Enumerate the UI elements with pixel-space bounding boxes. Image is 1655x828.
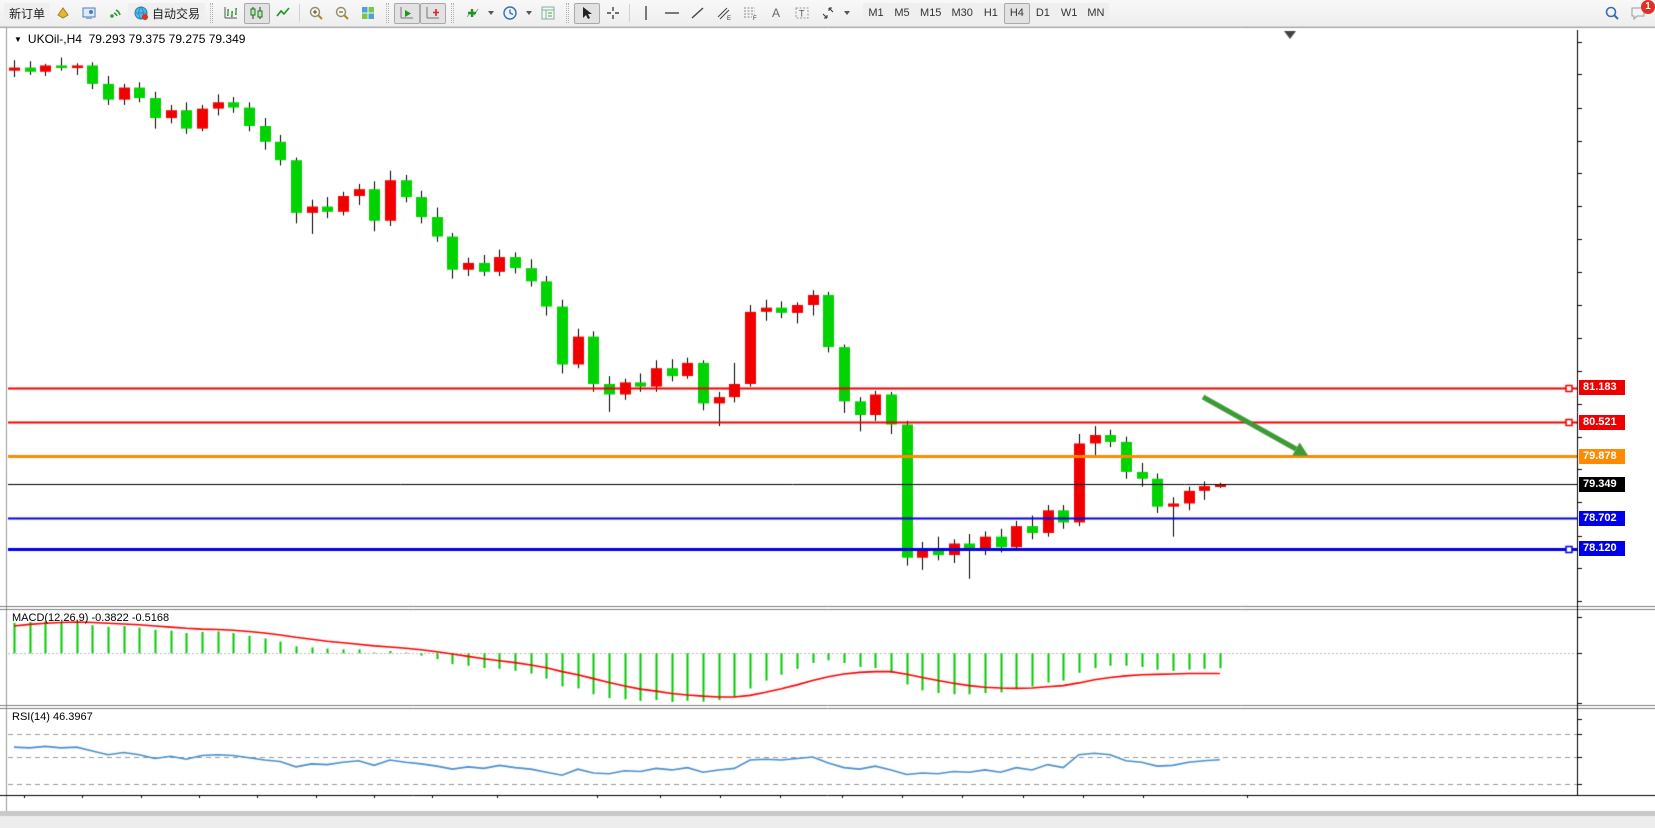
arrows-icon[interactable] — [815, 3, 841, 24]
tile-windows-icon[interactable] — [355, 3, 381, 24]
label-icon[interactable]: T — [789, 3, 815, 24]
line-chart-icon[interactable] — [270, 3, 296, 24]
timeframe-M15[interactable]: M15 — [915, 3, 946, 24]
globe-icon — [133, 5, 149, 21]
zoom-out-icon[interactable] — [329, 3, 355, 24]
price-tag-79.349: 79.349 — [1579, 477, 1625, 492]
chat-badge: 1 — [1641, 0, 1655, 14]
macd-indicator-label: MACD(12,26,9) -0.3822 -0.5168 — [12, 612, 169, 624]
channel-icon[interactable]: E — [711, 3, 737, 24]
vline-icon[interactable] — [633, 3, 659, 24]
price-tag-80.521: 80.521 — [1579, 415, 1625, 430]
search-icon[interactable] — [1599, 3, 1625, 24]
add-indicator-icon[interactable] — [459, 3, 485, 24]
timeframe-H4[interactable]: H4 — [1004, 3, 1030, 24]
main-toolbar: 新订单 自动交易 — [0, 0, 1655, 27]
timeframe-M5[interactable]: M5 — [889, 3, 915, 24]
template-icon[interactable] — [535, 3, 561, 24]
indicator-dropdown-caret[interactable] — [485, 3, 497, 24]
auto-trading-button[interactable]: 自动交易 — [128, 3, 205, 24]
price-tag-79.878: 79.878 — [1579, 449, 1625, 464]
terminal-icon[interactable] — [76, 3, 102, 24]
svg-text:E: E — [727, 16, 731, 21]
timeframe-H1[interactable]: H1 — [978, 3, 1004, 24]
svg-text:T: T — [799, 9, 805, 19]
chart-shift-icon[interactable] — [420, 3, 446, 24]
timeframe-W1[interactable]: W1 — [1056, 3, 1083, 24]
one-click-trading-arrow[interactable]: ▼ — [14, 35, 22, 44]
trendline-icon[interactable] — [685, 3, 711, 24]
ohlc-label: 79.293 79.375 79.275 79.349 — [89, 32, 246, 46]
timeframe-D1[interactable]: D1 — [1030, 3, 1056, 24]
rsi-indicator-label: RSI(14) 46.3967 — [12, 711, 93, 723]
price-tag-78.702: 78.702 — [1579, 511, 1625, 526]
zoom-in-icon[interactable] — [303, 3, 329, 24]
svg-text:F: F — [753, 16, 757, 21]
timeframe-M30[interactable]: M30 — [946, 3, 977, 24]
symbol-period-label: UKOil-,H4 — [28, 32, 82, 46]
bar-chart-icon[interactable] — [218, 3, 244, 24]
timeframe-toolbar: M1M5M15M30H1H4D1W1MN — [863, 3, 1109, 24]
clock-icon[interactable] — [497, 3, 523, 24]
hline-icon[interactable] — [659, 3, 685, 24]
candlestick-icon[interactable] — [244, 3, 270, 24]
timeframe-MN[interactable]: MN — [1082, 3, 1109, 24]
chart-canvas[interactable] — [0, 0, 1655, 828]
price-tag-78.120: 78.120 — [1579, 541, 1625, 556]
text-icon[interactable]: A — [763, 3, 789, 24]
timeframe-M1[interactable]: M1 — [863, 3, 889, 24]
chart-pane-title: ▼ UKOil-,H4 79.293 79.375 79.275 79.349 — [14, 32, 245, 46]
cursor-icon[interactable] — [574, 3, 600, 24]
period-dropdown-caret[interactable] — [523, 3, 535, 24]
svg-text:A: A — [772, 6, 780, 20]
mql-gold-icon[interactable] — [50, 3, 76, 24]
chat-icon[interactable]: 1 — [1625, 3, 1651, 24]
auto-scroll-icon[interactable] — [394, 3, 420, 24]
signals-icon[interactable] — [102, 3, 128, 24]
price-tag-81.183: 81.183 — [1579, 380, 1625, 395]
fibonacci-icon[interactable]: F — [737, 3, 763, 24]
crosshair-icon[interactable] — [600, 3, 626, 24]
new-order-button[interactable]: 新订单 — [4, 3, 50, 24]
arrows-dropdown-caret[interactable] — [841, 3, 853, 24]
